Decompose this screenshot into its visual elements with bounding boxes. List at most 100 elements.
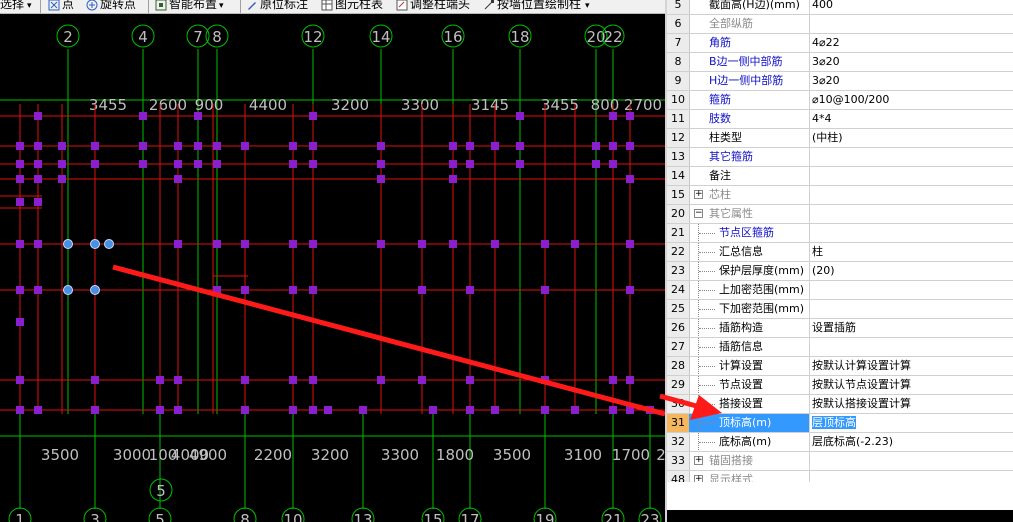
- property-value-cell[interactable]: 3⌀20: [810, 53, 1013, 71]
- property-row[interactable]: 33 + 锚固搭接: [667, 452, 1013, 471]
- property-name-cell[interactable]: B边一侧中部筋: [689, 53, 810, 71]
- column: [194, 160, 202, 168]
- rotate-point-button[interactable]: 旋转点: [86, 0, 136, 12]
- property-name-cell[interactable]: 汇总信息: [689, 243, 810, 261]
- select-button[interactable]: 选择 ▾: [0, 0, 32, 12]
- dimension-label: 3000: [113, 446, 151, 464]
- selected-column: [63, 239, 73, 249]
- property-value-cell[interactable]: [810, 281, 1013, 299]
- property-value-cell[interactable]: [810, 205, 1013, 223]
- expand-icon[interactable]: +: [694, 456, 703, 465]
- property-row[interactable]: 10 箍筋 ⌀10@100/200: [667, 91, 1013, 110]
- property-row[interactable]: 20− 其它属性: [667, 205, 1013, 224]
- property-value-cell[interactable]: 400: [810, 0, 1013, 14]
- dropdown-arrow-icon[interactable]: ▾: [219, 1, 224, 11]
- collapse-icon[interactable]: −: [694, 209, 703, 218]
- adjust-column-end-button[interactable]: 调整柱端头: [396, 0, 470, 12]
- property-name-cell[interactable]: 角筋: [689, 34, 810, 52]
- column: [174, 240, 182, 248]
- property-value-cell[interactable]: 柱: [810, 243, 1013, 261]
- dropdown-arrow-icon[interactable]: ▾: [27, 1, 32, 11]
- column-table-button[interactable]: 图元柱表: [321, 0, 383, 12]
- property-name-cell[interactable]: H边一侧中部筋: [689, 72, 810, 90]
- property-value-cell[interactable]: [810, 224, 1013, 242]
- property-row[interactable]: 8 B边一侧中部筋 3⌀20: [667, 53, 1013, 72]
- point-button[interactable]: 点: [48, 0, 74, 12]
- property-row[interactable]: 21 节点区箍筋: [667, 224, 1013, 243]
- property-value-cell[interactable]: (20): [810, 262, 1013, 280]
- property-name-cell[interactable]: 节点设置: [689, 376, 810, 394]
- property-value-cell[interactable]: (中柱): [810, 129, 1013, 147]
- property-name-cell[interactable]: 柱类型: [689, 129, 810, 147]
- property-name-cell[interactable]: 计算设置: [689, 357, 810, 375]
- draw-by-wall-button[interactable]: 按墙位置绘制柱 ▾: [483, 0, 590, 12]
- property-name-cell[interactable]: 顶标高(m): [689, 414, 810, 432]
- property-value-cell[interactable]: ⌀10@100/200: [810, 91, 1013, 109]
- property-row[interactable]: 14 备注: [667, 167, 1013, 186]
- tree-line: [699, 328, 715, 330]
- property-row[interactable]: 24 上加密范围(mm): [667, 281, 1013, 300]
- in-situ-label-button[interactable]: 原位标注: [246, 0, 308, 12]
- property-name-cell[interactable]: 备注: [689, 167, 810, 185]
- property-value-cell[interactable]: 4*4: [810, 110, 1013, 128]
- property-name-cell[interactable]: 插筋信息: [689, 338, 810, 356]
- cad-drawing[interactable]: 2 4 7 8 12 14 16 18 20221 3 5 8 10 13 15 17 19 21 2353455 2…: [0, 14, 665, 522]
- property-value-cell[interactable]: [810, 15, 1013, 33]
- property-row[interactable]: 31 顶标高(m) 层顶标高: [667, 414, 1013, 433]
- property-row[interactable]: 29 节点设置 按默认节点设置计算: [667, 376, 1013, 395]
- property-row[interactable]: 5 截面高(H边)(mm) 400: [667, 0, 1013, 15]
- property-name-cell[interactable]: 箍筋: [689, 91, 810, 109]
- property-row[interactable]: 13 其它箍筋: [667, 148, 1013, 167]
- property-value-cell[interactable]: 按默认节点设置计算: [810, 376, 1013, 394]
- property-row[interactable]: 6 全部纵筋: [667, 15, 1013, 34]
- property-value-cell[interactable]: 4⌀22: [810, 34, 1013, 52]
- property-value-cell[interactable]: [810, 452, 1013, 470]
- property-row[interactable]: 25 下加密范围(mm): [667, 300, 1013, 319]
- property-row[interactable]: 26 插筋构造 设置插筋: [667, 319, 1013, 338]
- property-value-cell[interactable]: [810, 186, 1013, 204]
- property-name-cell[interactable]: + 芯柱: [689, 186, 810, 204]
- property-value-cell[interactable]: 按默认搭接设置计算: [810, 395, 1013, 413]
- property-row[interactable]: 15 + 芯柱: [667, 186, 1013, 205]
- property-name-cell[interactable]: 肢数: [689, 110, 810, 128]
- property-value-cell[interactable]: 层顶标高: [810, 414, 1013, 432]
- property-value-cell[interactable]: [810, 167, 1013, 185]
- property-name-cell[interactable]: + 锚固搭接: [689, 452, 810, 470]
- property-name-cell[interactable]: 其它箍筋: [689, 148, 810, 166]
- dropdown-arrow-icon[interactable]: ▾: [585, 1, 590, 11]
- drawing-canvas[interactable]: 2 4 7 8 12 14 16 18 20 22 1 3 5 8 10 13 15 17 19 21 23 5 3455 2…: [0, 14, 665, 522]
- property-value-cell[interactable]: [810, 300, 1013, 318]
- property-value-cell[interactable]: [810, 148, 1013, 166]
- property-name: 节点区箍筋: [719, 226, 774, 239]
- property-row[interactable]: 22 汇总信息 柱: [667, 243, 1013, 262]
- property-name-cell[interactable]: 全部纵筋: [689, 15, 810, 33]
- property-row[interactable]: 9 H边一侧中部筋 3⌀20: [667, 72, 1013, 91]
- property-value-cell[interactable]: 按默认计算设置计算: [810, 357, 1013, 375]
- property-row[interactable]: 27 插筋信息: [667, 338, 1013, 357]
- property-name-cell[interactable]: 底标高(m): [689, 433, 810, 451]
- property-name-cell[interactable]: 插筋构造: [689, 319, 810, 337]
- property-row[interactable]: 30 搭接设置 按默认搭接设置计算: [667, 395, 1013, 414]
- property-name-cell[interactable]: 节点区箍筋: [689, 224, 810, 242]
- property-name-cell[interactable]: 截面高(H边)(mm): [689, 0, 810, 14]
- property-name-cell[interactable]: 上加密范围(mm): [689, 281, 810, 299]
- property-value-cell[interactable]: 设置插筋: [810, 319, 1013, 337]
- property-row[interactable]: 28 计算设置 按默认计算设置计算: [667, 357, 1013, 376]
- property-name-cell[interactable]: − 其它属性: [689, 205, 810, 223]
- column: [16, 160, 24, 168]
- property-row[interactable]: 7 角筋 4⌀22: [667, 34, 1013, 53]
- smart-layout-button[interactable]: 智能布置 ▾: [155, 0, 224, 12]
- expand-icon[interactable]: +: [694, 190, 703, 199]
- property-value-cell[interactable]: [810, 338, 1013, 356]
- property-name-cell[interactable]: 保护层厚度(mm): [689, 262, 810, 280]
- property-name-cell[interactable]: 搭接设置: [689, 395, 810, 413]
- property-value-cell[interactable]: 层底标高(-2.23): [810, 433, 1013, 451]
- property-row[interactable]: 12 柱类型 (中柱): [667, 129, 1013, 148]
- property-value: (中柱): [812, 131, 843, 144]
- property-name-cell[interactable]: 下加密范围(mm): [689, 300, 810, 318]
- column: [309, 240, 317, 248]
- property-value-cell[interactable]: 3⌀20: [810, 72, 1013, 90]
- property-row[interactable]: 32 底标高(m) 层底标高(-2.23): [667, 433, 1013, 452]
- property-row[interactable]: 11 肢数 4*4: [667, 110, 1013, 129]
- property-row[interactable]: 23 保护层厚度(mm) (20): [667, 262, 1013, 281]
